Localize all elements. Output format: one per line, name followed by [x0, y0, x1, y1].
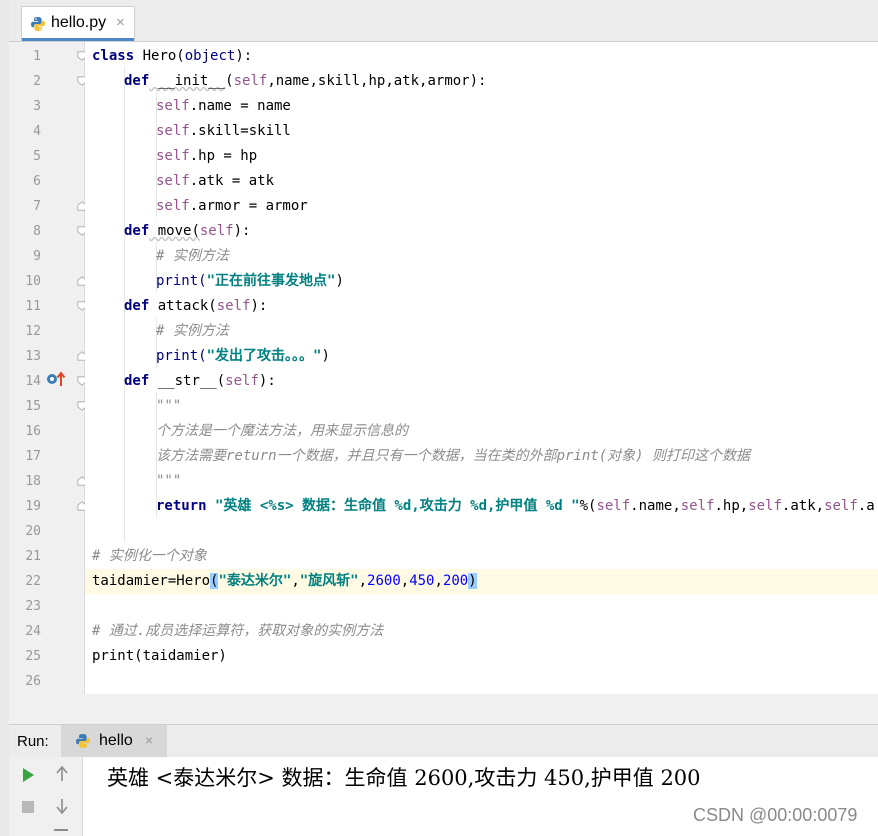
code-line-7: self.armor = armor	[156, 198, 308, 214]
code-line-12: # 实例方法	[156, 323, 229, 339]
code-line-22-current: taidamier=Hero("泰达米尔","旋风斩",2600,450,200…	[85, 569, 878, 594]
code-line-13: print("发出了攻击。。。")	[156, 348, 330, 364]
run-toolbar	[9, 757, 83, 836]
code-line-3: self.name = name	[156, 98, 291, 114]
line-number: 14	[25, 374, 41, 389]
code-line-14: def __str__(self):	[124, 373, 276, 389]
code-line-8: def move(self):	[124, 223, 251, 239]
line-number: 12	[25, 324, 41, 339]
line-number: 21	[25, 549, 41, 564]
line-number: 17	[25, 449, 41, 464]
code-line-24: # 通过.成员选择运算符，获取对象的实例方法	[92, 623, 384, 639]
python-file-icon	[31, 17, 45, 31]
line-number: 2	[33, 74, 41, 89]
code-line-6: self.atk = atk	[156, 173, 275, 189]
python-icon	[76, 734, 90, 748]
run-label: Run:	[17, 733, 49, 750]
rerun-icon[interactable]	[20, 767, 36, 783]
line-number: 1	[33, 49, 41, 64]
code-line-25: print(taidamier)	[92, 648, 227, 664]
code-line-15: """	[156, 398, 182, 414]
tab-active-indicator	[22, 38, 134, 41]
line-number: 25	[25, 649, 41, 664]
scroll-up-icon[interactable]	[54, 765, 70, 783]
line-number: 13	[25, 349, 41, 364]
line-number: 20	[25, 524, 41, 539]
scroll-down-icon[interactable]	[54, 797, 70, 815]
code-line-17: 该方法需要return一个数据，并且只有一个数据，当在类的外部print(对象)…	[156, 448, 750, 464]
line-number: 23	[25, 599, 41, 614]
code-line-11: def attack(self):	[124, 298, 268, 314]
stop-icon[interactable]	[20, 799, 36, 815]
line-number: 3	[33, 99, 41, 114]
line-number: 16	[25, 424, 41, 439]
code-line-10: print("正在前往事发地点")	[156, 273, 344, 289]
code-line-19: return "英雄 <%s> 数据：生命值 %d,攻击力 %d,护甲值 %d …	[156, 498, 875, 514]
code-line-9: # 实例方法	[156, 248, 229, 264]
editor-tab-bar: hello.py ×	[9, 0, 878, 42]
tab-close-icon[interactable]: ×	[116, 14, 125, 31]
code-line-1: class Hero(object):	[92, 48, 253, 64]
line-number: 11	[25, 299, 41, 314]
panel-splitter[interactable]	[9, 694, 878, 724]
line-number: 22	[25, 574, 41, 589]
line-number: 9	[33, 249, 41, 264]
code-line-21: # 实例化一个对象	[92, 548, 207, 564]
line-number: 24	[25, 624, 41, 639]
line-number: 19	[25, 499, 41, 514]
console-output-line: 英雄 <泰达米尔> 数据：生命值 2600,攻击力 450,护甲值 200	[107, 766, 701, 790]
line-number: 26	[25, 674, 41, 689]
line-number-gutter: 1 2 3 4 5 6 7 8 9 10 11 12 13 14 15 16 17 18 19 20 21 22 23 24 2…	[9, 42, 87, 694]
code-line-18: """	[156, 473, 182, 489]
tab-filename: hello.py	[51, 14, 107, 31]
run-tab-label: hello	[99, 732, 133, 749]
line-number: 4	[33, 124, 41, 139]
run-tab-close-icon[interactable]: ×	[145, 732, 153, 748]
line-number: 6	[33, 174, 41, 189]
line-number: 5	[33, 149, 41, 164]
line-number: 8	[33, 224, 41, 239]
line-number: 7	[33, 199, 41, 214]
code-editor[interactable]: class Hero(object): def __init__(self,na…	[85, 42, 878, 694]
more-icon[interactable]	[54, 829, 68, 831]
code-line-5: self.hp = hp	[156, 148, 258, 164]
code-line-2: def __init__(self,name,skill,hp,atk,armo…	[124, 73, 487, 89]
line-number: 15	[25, 399, 41, 414]
tab-hello-py[interactable]: hello.py ×	[21, 6, 135, 41]
line-number: 18	[25, 474, 41, 489]
override-method-icon[interactable]	[46, 370, 68, 388]
code-line-16: 个方法是一个魔法方法，用来显示信息的	[156, 423, 408, 439]
run-panel-header: Run: hello ×	[9, 724, 878, 758]
line-number: 10	[25, 274, 41, 289]
run-tab-hello[interactable]: hello ×	[61, 725, 167, 757]
watermark: CSDN @00:00:0079	[693, 805, 858, 825]
code-line-4: self.skill=skill	[156, 123, 291, 139]
